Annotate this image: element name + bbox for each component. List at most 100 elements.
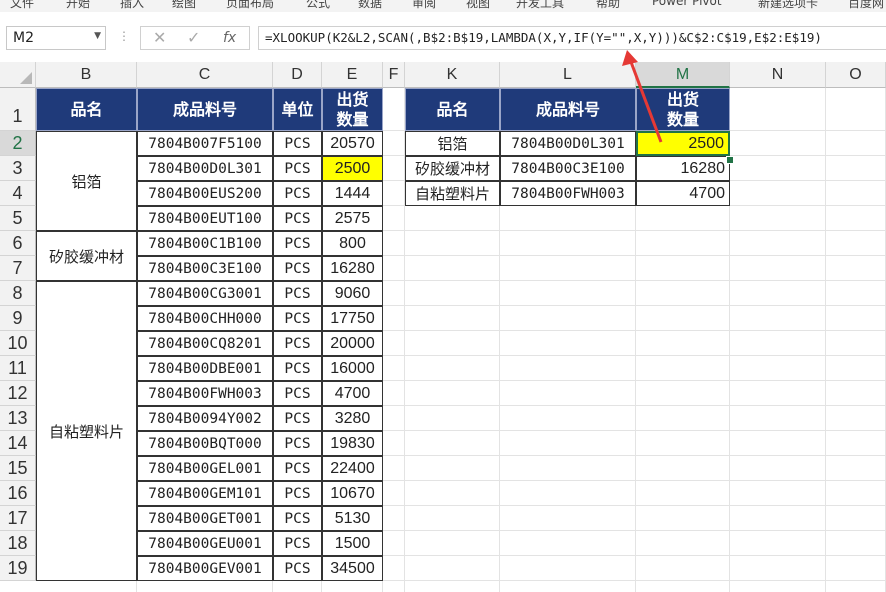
code-cell[interactable]: 7804B00CG3001 (137, 281, 273, 306)
code-cell[interactable]: 7804B00D0L301 (137, 156, 273, 181)
lookup-code-cell[interactable]: 7804B00D0L301 (500, 131, 636, 156)
unit-cell[interactable]: PCS (273, 156, 322, 181)
function-icon[interactable]: fx (223, 30, 236, 46)
code-cell[interactable]: 7804B00C1B100 (137, 231, 273, 256)
unit-cell[interactable]: PCS (273, 431, 322, 456)
ribbon-tab[interactable]: 数据 (358, 0, 382, 11)
code-cell[interactable]: 7804B00CQ8201 (137, 331, 273, 356)
fill-handle[interactable] (726, 156, 734, 164)
code-cell[interactable]: 7804B00CHH000 (137, 306, 273, 331)
code-cell[interactable]: 7804B00EUT100 (137, 206, 273, 231)
row-header[interactable]: 9 (0, 306, 36, 331)
row-header[interactable]: 2 (0, 131, 36, 156)
unit-cell[interactable]: PCS (273, 331, 322, 356)
qty-cell[interactable]: 2500 (322, 156, 383, 181)
row-header[interactable]: 7 (0, 256, 36, 281)
column-header-b[interactable]: B (36, 62, 137, 88)
unit-cell[interactable]: PCS (273, 506, 322, 531)
code-cell[interactable]: 7804B00FWH003 (137, 381, 273, 406)
code-cell[interactable]: 7804B00GET001 (137, 506, 273, 531)
group-name-cell[interactable]: 自粘塑料片 (36, 281, 137, 581)
unit-cell[interactable]: PCS (273, 356, 322, 381)
row-header[interactable]: 4 (0, 181, 36, 206)
code-cell[interactable]: 7804B00GEL001 (137, 456, 273, 481)
unit-cell[interactable]: PCS (273, 206, 322, 231)
unit-cell[interactable]: PCS (273, 256, 322, 281)
select-all-corner[interactable] (0, 62, 36, 88)
cancel-icon[interactable]: ✕ (153, 28, 166, 47)
column-header-n[interactable]: N (730, 62, 826, 88)
ribbon-tab[interactable]: 插入 (120, 0, 144, 11)
unit-cell[interactable]: PCS (273, 231, 322, 256)
code-cell[interactable]: 7804B00C3E100 (137, 256, 273, 281)
unit-cell[interactable]: PCS (273, 556, 322, 581)
row-header[interactable]: 17 (0, 506, 36, 531)
code-cell[interactable]: 7804B00DBE001 (137, 356, 273, 381)
row-header[interactable]: 14 (0, 431, 36, 456)
unit-cell[interactable]: PCS (273, 281, 322, 306)
lookup-code-cell[interactable]: 7804B00FWH003 (500, 181, 636, 206)
column-header-k[interactable]: K (405, 62, 500, 88)
unit-cell[interactable]: PCS (273, 306, 322, 331)
qty-cell[interactable]: 34500 (322, 556, 383, 581)
row-header[interactable]: 15 (0, 456, 36, 481)
row-header[interactable]: 6 (0, 231, 36, 256)
column-header-o[interactable]: O (826, 62, 886, 88)
column-header-l[interactable]: L (500, 62, 636, 88)
row-header[interactable]: 1 (0, 88, 36, 131)
ribbon-tab[interactable]: 百度网 (848, 0, 884, 11)
code-cell[interactable]: 7804B00GEV001 (137, 556, 273, 581)
ribbon-tab[interactable]: 视图 (466, 0, 490, 11)
qty-cell[interactable]: 10670 (322, 481, 383, 506)
column-header-f[interactable]: F (383, 62, 405, 88)
group-name-cell[interactable]: 矽胶缓冲材 (36, 231, 137, 281)
lookup-qty-cell[interactable]: 2500 (636, 131, 730, 156)
column-header-d[interactable]: D (273, 62, 322, 88)
qty-cell[interactable]: 20570 (322, 131, 383, 156)
unit-cell[interactable]: PCS (273, 481, 322, 506)
lookup-name-cell[interactable]: 自粘塑料片 (405, 181, 500, 206)
row-header[interactable]: 16 (0, 481, 36, 506)
qty-cell[interactable]: 17750 (322, 306, 383, 331)
qty-cell[interactable]: 20000 (322, 331, 383, 356)
ribbon-tab[interactable]: 页面布局 (226, 0, 274, 11)
row-header[interactable]: 13 (0, 406, 36, 431)
qty-cell[interactable]: 9060 (322, 281, 383, 306)
group-name-cell[interactable]: 铝箔 (36, 131, 137, 231)
qty-cell[interactable]: 1500 (322, 531, 383, 556)
row-header[interactable]: 3 (0, 156, 36, 181)
qty-cell[interactable]: 5130 (322, 506, 383, 531)
confirm-icon[interactable]: ✓ (187, 28, 200, 47)
code-cell[interactable]: 7804B00BQT000 (137, 431, 273, 456)
row-header[interactable]: 19 (0, 556, 36, 581)
ribbon-tab[interactable]: Power Pivot (652, 0, 722, 8)
qty-cell[interactable]: 16000 (322, 356, 383, 381)
ribbon-tab[interactable]: 文件 (10, 0, 34, 11)
qty-cell[interactable]: 22400 (322, 456, 383, 481)
code-cell[interactable]: 7804B007F5100 (137, 131, 273, 156)
lookup-qty-cell[interactable]: 16280 (636, 156, 730, 181)
code-cell[interactable]: 7804B0094Y002 (137, 406, 273, 431)
unit-cell[interactable]: PCS (273, 181, 322, 206)
qty-cell[interactable]: 2575 (322, 206, 383, 231)
qty-cell[interactable]: 800 (322, 231, 383, 256)
unit-cell[interactable]: PCS (273, 131, 322, 156)
ribbon-tab[interactable]: 新建选项卡 (758, 0, 818, 11)
qty-cell[interactable]: 3280 (322, 406, 383, 431)
code-cell[interactable]: 7804B00EUS200 (137, 181, 273, 206)
ribbon-tab[interactable]: 绘图 (172, 0, 196, 11)
column-header-m[interactable]: M (636, 62, 730, 88)
ribbon-tab[interactable]: 开发工具 (516, 0, 564, 11)
lookup-qty-cell[interactable]: 4700 (636, 181, 730, 206)
lookup-name-cell[interactable]: 矽胶缓冲材 (405, 156, 500, 181)
row-header[interactable]: 10 (0, 331, 36, 356)
qty-cell[interactable]: 19830 (322, 431, 383, 456)
qty-cell[interactable]: 16280 (322, 256, 383, 281)
name-box[interactable]: M2 ▼ (6, 26, 106, 50)
code-cell[interactable]: 7804B00GEM101 (137, 481, 273, 506)
row-header[interactable]: 11 (0, 356, 36, 381)
lookup-code-cell[interactable]: 7804B00C3E100 (500, 156, 636, 181)
code-cell[interactable]: 7804B00GEU001 (137, 531, 273, 556)
unit-cell[interactable]: PCS (273, 406, 322, 431)
row-header[interactable]: 12 (0, 381, 36, 406)
